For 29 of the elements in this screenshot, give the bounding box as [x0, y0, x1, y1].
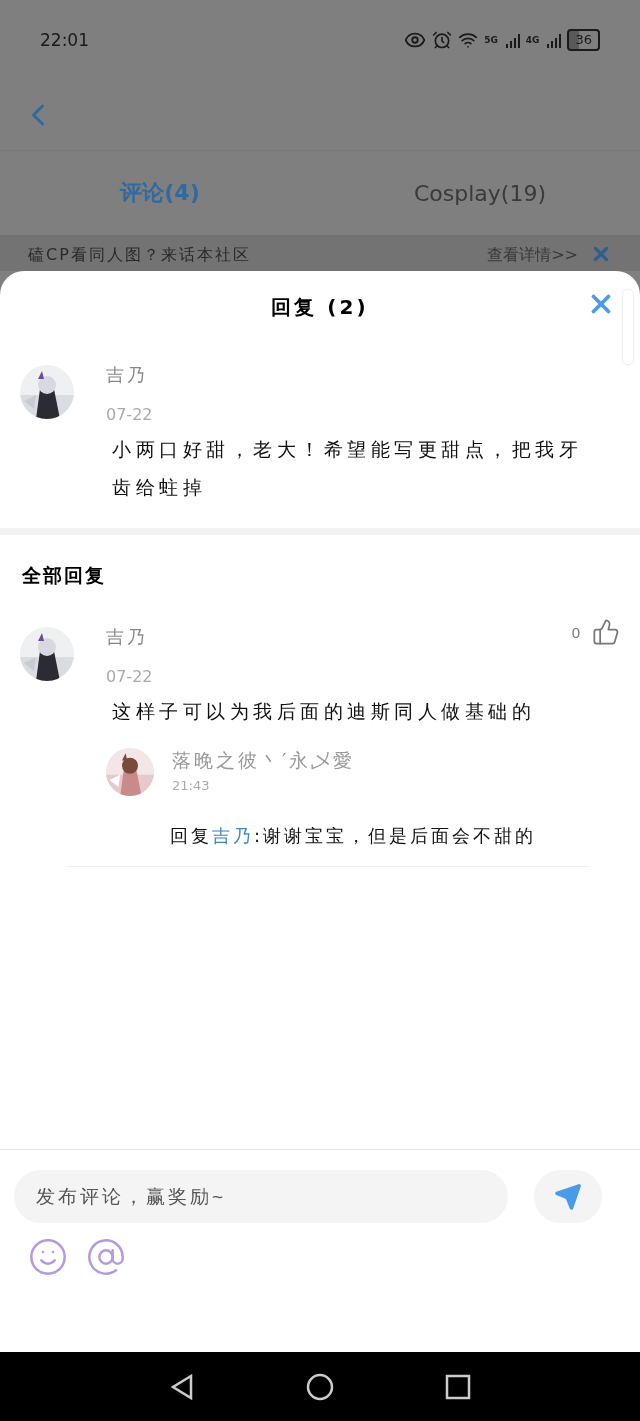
signal-icon — [503, 32, 520, 48]
battery-level: 36 — [567, 29, 600, 51]
send-icon — [554, 1182, 582, 1211]
sub-reply-time: 21:43 — [172, 778, 211, 793]
sub-reply-text: 回复 吉乃:谢谢宝宝，但是后面会不甜的 — [170, 824, 538, 848]
network-label: 5G — [484, 35, 498, 45]
reply-author: 吉乃 — [106, 625, 148, 649]
thumbs-up-icon — [592, 618, 620, 646]
comment-input[interactable]: 发布评论，赢奖励~ — [14, 1170, 508, 1223]
signal-icon — [545, 32, 562, 48]
comment-date: 07-22 — [106, 405, 154, 424]
sub-reply-author: 落晚之彼丶′永乄愛 — [172, 748, 356, 773]
smiley-icon — [28, 1237, 68, 1277]
sheet-title: 回复 (2) — [271, 293, 369, 321]
alarm-icon — [432, 30, 453, 50]
at-sign-icon — [86, 1237, 126, 1277]
section-title: 全部回复 — [22, 563, 107, 588]
banner-text: 磕CP看同人图？来话本社区 — [28, 244, 252, 266]
reply-date: 07-22 — [106, 667, 154, 686]
send-button[interactable] — [534, 1170, 602, 1223]
home-icon[interactable] — [305, 1371, 335, 1402]
status-time: 22:01 — [40, 30, 89, 50]
tab[interactable]: Cosplay(19) — [320, 151, 640, 235]
like-button[interactable]: 0 — [571, 618, 620, 646]
comment-text: 小两口好甜，老大！希望能写更甜点，把我牙齿给蛀掉 — [111, 437, 583, 500]
comment-author: 吉乃 — [106, 363, 149, 387]
reply-text: 这样子可以为我后面的迪斯同人做基础的 — [111, 699, 536, 724]
network-label: 4G — [525, 35, 540, 45]
wifi-icon — [458, 30, 479, 50]
